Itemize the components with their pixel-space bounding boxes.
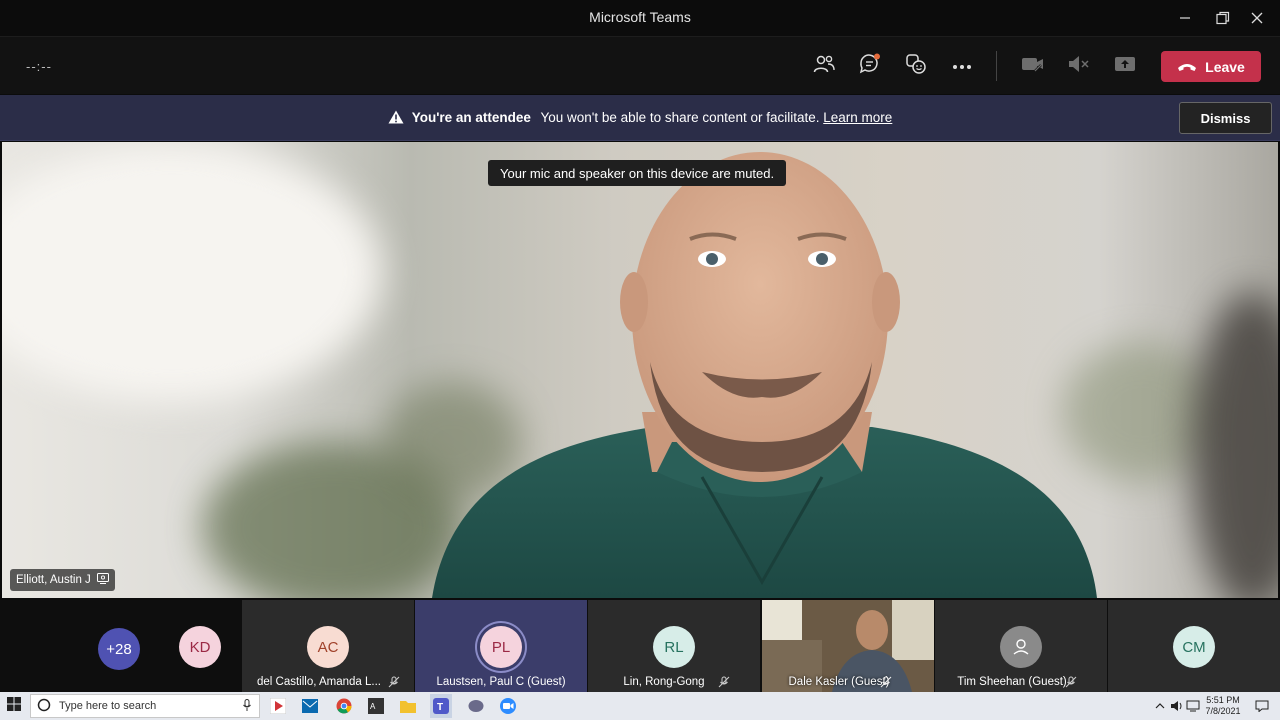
- speaker-name: Elliott, Austin J: [16, 574, 91, 586]
- leave-button[interactable]: Leave: [1161, 51, 1261, 82]
- banner-text: You won't be able to share content or fa…: [540, 110, 820, 125]
- zoom-taskbar-icon[interactable]: [498, 696, 518, 716]
- search-placeholder: Type here to search: [59, 700, 157, 712]
- participant-tile[interactable]: AC del Castillo, Amanda L...: [242, 600, 414, 692]
- speaker-name-tag: Elliott, Austin J: [10, 569, 115, 591]
- avatar: PL: [480, 626, 522, 668]
- speaker-button[interactable]: [1063, 51, 1095, 81]
- app-taskbar-icon[interactable]: A: [366, 696, 386, 716]
- reactions-button[interactable]: [900, 51, 932, 81]
- chrome-taskbar-icon[interactable]: [334, 696, 354, 716]
- more-actions-button[interactable]: [946, 51, 978, 81]
- taskbar-search[interactable]: Type here to search: [30, 694, 260, 718]
- file-explorer-taskbar-icon[interactable]: [398, 696, 418, 716]
- screen-share-icon: [96, 573, 109, 587]
- banner-title: You're an attendee: [411, 110, 531, 125]
- avatar: CM: [1173, 626, 1215, 668]
- participants-button[interactable]: [808, 51, 840, 81]
- clock-time: 5:51 PM: [1206, 695, 1240, 705]
- speaker-muted-icon: [1067, 54, 1091, 79]
- windows-logo-icon: [7, 696, 21, 716]
- meeting-toolbar: --:-- Leave: [0, 36, 1280, 94]
- hand-raise-icon: [905, 53, 927, 80]
- overflow-participants-tile[interactable]: +28: [90, 600, 150, 692]
- chat-button[interactable]: [854, 51, 886, 81]
- mail-taskbar-icon[interactable]: [300, 696, 320, 716]
- participant-name: Laustsen, Paul C (Guest): [436, 676, 566, 688]
- title-bar: Microsoft Teams: [0, 0, 1280, 36]
- banner-message: You're an attendee You won't be able to …: [0, 110, 1280, 127]
- dismiss-button[interactable]: Dismiss: [1179, 102, 1272, 134]
- toolbar-divider: [996, 51, 997, 81]
- participant-tile[interactable]: Tim Sheehan (Guest): [935, 600, 1107, 692]
- participant-tile[interactable]: CM: [1108, 600, 1280, 692]
- close-button[interactable]: [1234, 0, 1280, 36]
- avatar: RL: [653, 626, 695, 668]
- participant-tile[interactable]: RL Lin, Rong-Gong: [588, 600, 760, 692]
- default-avatar-icon: [1000, 626, 1042, 668]
- people-icon: [813, 54, 835, 79]
- participant-gallery: +28 KD AC del Castillo, Amanda L... PL L…: [0, 600, 1280, 692]
- leave-label: Leave: [1205, 58, 1245, 75]
- participant-tile-video[interactable]: Dale Kasler (Guest): [762, 600, 934, 692]
- volume-icon[interactable]: [1170, 696, 1184, 716]
- search-circle-icon: [37, 698, 51, 715]
- svg-text:T: T: [437, 702, 443, 713]
- window-title: Microsoft Teams: [589, 9, 691, 25]
- participant-tile-active[interactable]: PL Laustsen, Paul C (Guest): [415, 600, 587, 692]
- microphone-icon: [243, 698, 251, 714]
- clock-date: 7/8/2021: [1205, 706, 1241, 716]
- more-icon: [952, 57, 972, 75]
- participant-name: Dale Kasler (Guest): [788, 676, 890, 688]
- media-player-taskbar-icon[interactable]: [268, 696, 288, 716]
- camera-off-icon: [1021, 55, 1045, 78]
- participant-name: Tim Sheehan (Guest): [957, 676, 1067, 688]
- avatar: KD: [179, 626, 221, 668]
- chevron-up-icon[interactable]: [1154, 696, 1166, 716]
- teams-taskbar-icon[interactable]: T: [430, 694, 452, 718]
- mic-off-icon: [388, 675, 400, 693]
- system-clock[interactable]: 5:51 PM 7/8/2021: [1200, 695, 1246, 717]
- chat-icon: [858, 53, 882, 80]
- meeting-timer: --:--: [26, 59, 52, 74]
- mic-off-icon: [880, 675, 892, 692]
- avatar: AC: [307, 626, 349, 668]
- participant-tile[interactable]: KD: [160, 600, 240, 692]
- share-button[interactable]: [1109, 51, 1141, 81]
- share-tray-icon: [1114, 55, 1136, 78]
- warning-icon: [388, 110, 404, 127]
- participant-video-feed: [432, 152, 1097, 598]
- app-taskbar-icon[interactable]: [466, 696, 486, 716]
- svg-text:A: A: [370, 702, 376, 711]
- notifications-icon[interactable]: [1252, 696, 1272, 716]
- attendee-banner: You're an attendee You won't be able to …: [0, 95, 1280, 141]
- phone-hangup-icon: [1177, 59, 1197, 75]
- participant-name: Lin, Rong-Gong: [623, 676, 705, 688]
- camera-button[interactable]: [1017, 51, 1049, 81]
- muted-notification: Your mic and speaker on this device are …: [488, 160, 787, 186]
- overflow-count: +28: [98, 628, 140, 670]
- main-video: Your mic and speaker on this device are …: [2, 142, 1278, 598]
- mic-off-icon: [1065, 675, 1077, 693]
- learn-more-link[interactable]: Learn more: [823, 110, 892, 125]
- mic-off-icon: [718, 675, 730, 693]
- start-button[interactable]: [4, 696, 24, 716]
- windows-taskbar: Type here to search A T 5:51 PM 7/8/2021: [0, 692, 1280, 720]
- network-icon[interactable]: [1186, 696, 1200, 716]
